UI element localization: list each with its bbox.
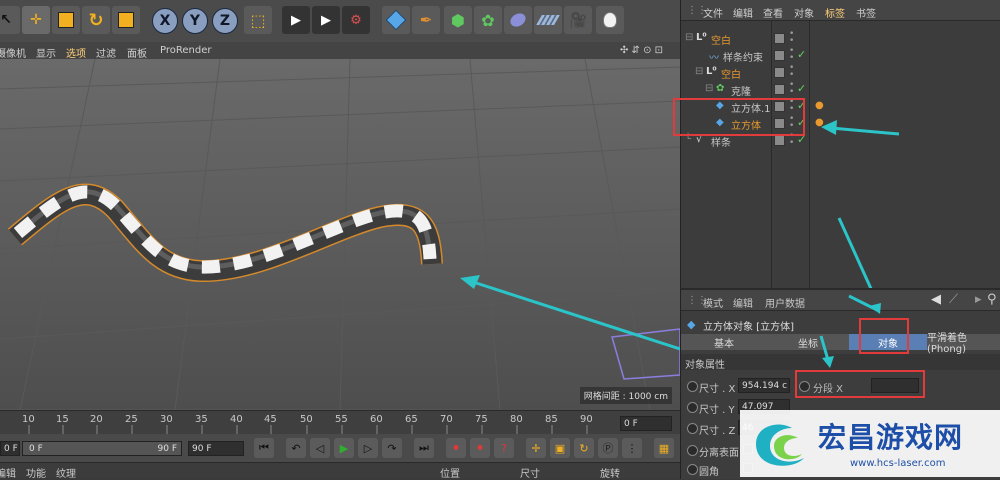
go-to-end-icon[interactable]: ⏭	[414, 438, 434, 458]
tab-edit[interactable]: 编辑	[0, 465, 16, 480]
timeline-tick-label: 25	[125, 414, 138, 425]
light-icon[interactable]	[596, 6, 624, 34]
timeline-tick-label: 35	[195, 414, 208, 425]
timeline-tick-label: 20	[90, 414, 103, 425]
record-parameter-icon[interactable]: Ⓟ	[598, 438, 618, 458]
coordinate-system-icon[interactable]: ⬚	[244, 6, 272, 34]
watermark-logo-icon	[756, 424, 804, 466]
range-start-label: 0 F	[29, 444, 43, 454]
timeline-tick-label: 45	[264, 414, 277, 425]
object-manager: ⋮⋮ 文件 编辑 查看 对象 标签 书签 ⊟ L⁰ 空白 • • 〰 样条约束 •…	[673, 0, 1000, 288]
viewport-menu-prorender[interactable]: ProRender	[160, 45, 211, 56]
annotation-arrows-om	[821, 120, 900, 288]
timeline-window-icon[interactable]: ▦	[654, 438, 674, 458]
floor-icon[interactable]	[534, 6, 562, 34]
viewport-nav-icons[interactable]: ✣ ⇵ ⊙ ⊡	[620, 45, 663, 56]
go-to-start-icon[interactable]: ⏮	[254, 438, 274, 458]
timeline-tick-label: 30	[160, 414, 173, 425]
record-keys-icon[interactable]: ⏺	[446, 438, 466, 458]
range-end-label: 90 F	[157, 444, 178, 454]
grid-spacing-readout: 网格间距 : 1000 cm	[579, 387, 672, 404]
select-tool-icon[interactable]: ↖	[0, 6, 20, 34]
next-key-icon[interactable]: ↷	[382, 438, 402, 458]
timeline-tick-label: 75	[475, 414, 488, 425]
render-picture-viewer-icon[interactable]: ▶	[312, 6, 340, 34]
bottom-panel-tabs: 编辑 功能 纹理 位置 尺寸 旋转	[0, 462, 680, 480]
timeline-tick-label: 40	[230, 414, 243, 425]
coord-header-size: 尺寸	[520, 469, 540, 480]
viewport-menu-bar: 摄像机 显示 选项 过滤 面板 ProRender ✣ ⇵ ⊙ ⊡	[0, 42, 680, 60]
viewport-menu-camera[interactable]: 摄像机	[0, 45, 26, 60]
render-view-icon[interactable]: ▶	[282, 6, 310, 34]
current-frame-field[interactable]: 0 F	[620, 416, 672, 431]
timeline-tick-label: 50	[300, 414, 313, 425]
viewport-menu-panel[interactable]: 面板	[127, 45, 147, 60]
main-toolbar: ↖ ✛ ↻ X Y Z ⬚ ▶ ▶ ⚙ ✒ ⬢ ✿ 🎥	[0, 0, 680, 43]
record-point-level-icon[interactable]: ⋮	[622, 438, 642, 458]
viewport-menu-display[interactable]: 显示	[36, 45, 56, 60]
end-frame-field[interactable]: 90 F	[188, 441, 244, 456]
timeline-tick-label: 90	[580, 414, 593, 425]
viewport-menu-filter[interactable]: 过滤	[96, 45, 116, 60]
timeline-tick-label: 80	[510, 414, 523, 425]
autokey-icon[interactable]: ⏺	[470, 438, 490, 458]
camera-icon[interactable]: 🎥	[564, 6, 592, 34]
previous-frame-icon[interactable]: ◁	[310, 438, 330, 458]
timeline-tick-label: 60	[370, 414, 383, 425]
timeline-ruler[interactable]: 10 15 20 25 30 35 40 45 50 55 60 65 70 7…	[0, 410, 680, 435]
timeline-tick-label: 15	[56, 414, 69, 425]
scale-tool-icon[interactable]	[52, 6, 80, 34]
tab-function[interactable]: 功能	[26, 465, 46, 480]
transport-bar: 0 F 0 F 90 F 90 F ⏮ ↶ ◁ ▶ ▷ ↷ ⏭ ⏺ ⏺ ? ✛ …	[0, 434, 680, 462]
record-scale-icon[interactable]: ▣	[550, 438, 570, 458]
3d-viewport[interactable]: 网格间距 : 1000 cm	[0, 59, 680, 410]
mograph-cloner-icon[interactable]: ✿	[474, 6, 502, 34]
keyframe-selection-icon[interactable]: ?	[494, 438, 514, 458]
pen-spline-icon[interactable]: ✒	[412, 6, 440, 34]
deformer-icon[interactable]	[504, 6, 532, 34]
rotate-tool-icon[interactable]: ↻	[82, 6, 110, 34]
timeline-tick-label: 85	[545, 414, 558, 425]
timeline-tick-label: 65	[405, 414, 418, 425]
recent-tool-icon[interactable]	[112, 6, 140, 34]
subdivision-surface-icon[interactable]: ⬢	[444, 6, 472, 34]
play-icon[interactable]: ▶	[334, 438, 354, 458]
timeline-tick-label: 55	[335, 414, 348, 425]
watermark-url: www.hcs-laser.com	[850, 458, 946, 469]
next-frame-icon[interactable]: ▷	[358, 438, 378, 458]
y-axis-lock-icon[interactable]: Y	[182, 8, 208, 34]
watermark-banner: 宏昌游戏网 www.hcs-laser.com	[740, 410, 1000, 477]
coord-header-position: 位置	[440, 469, 460, 480]
render-settings-icon[interactable]: ⚙	[342, 6, 370, 34]
viewport-scene	[0, 59, 680, 410]
tab-texture[interactable]: 纹理	[56, 465, 76, 480]
z-axis-lock-icon[interactable]: Z	[212, 8, 238, 34]
x-axis-lock-icon[interactable]: X	[152, 8, 178, 34]
cube-primitive-icon[interactable]	[382, 6, 410, 34]
preview-range-slider[interactable]: 0 F 90 F	[22, 441, 182, 456]
record-position-icon[interactable]: ✛	[526, 438, 546, 458]
previous-key-icon[interactable]: ↶	[286, 438, 306, 458]
timeline-tick-label: 10	[22, 414, 35, 425]
viewport-menu-options[interactable]: 选项	[66, 45, 86, 60]
coord-header-rotation: 旋转	[600, 469, 620, 480]
move-tool-icon[interactable]: ✛	[22, 6, 50, 34]
timeline-tick-label: 70	[440, 414, 453, 425]
start-frame-field[interactable]: 0 F	[0, 441, 20, 456]
record-rotation-icon[interactable]: ↻	[574, 438, 594, 458]
watermark-brand: 宏昌游戏网	[818, 421, 964, 454]
